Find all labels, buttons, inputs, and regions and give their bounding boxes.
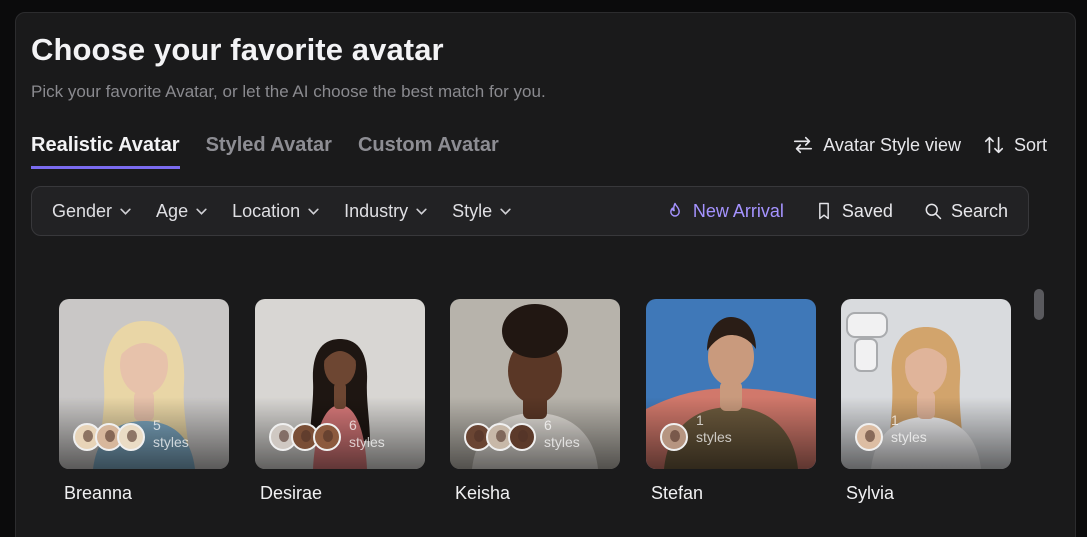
style-preview-avatar — [117, 423, 145, 451]
styles-count: 1 styles — [696, 412, 732, 445]
chevron-down-icon — [308, 208, 319, 215]
avatar-card-desirae[interactable]: 6 styles Desirae — [255, 299, 425, 504]
chevron-down-icon — [120, 208, 131, 215]
avatar-thumbnail: 1 styles — [841, 299, 1011, 469]
sort-label: Sort — [1013, 134, 1047, 155]
styles-count: 5 styles — [153, 417, 189, 450]
style-preview-avatar — [660, 423, 688, 451]
avatar-type-tabs: Realistic Avatar Styled Avatar Custom Av… — [31, 134, 499, 169]
avatar-card-breanna[interactable]: 5 styles Breanna — [59, 299, 229, 504]
view-tools: Avatar Style view Sort — [792, 134, 1047, 156]
avatar-thumbnail: 6 styles — [450, 299, 620, 469]
filter-label: Age — [156, 200, 189, 221]
filter-location[interactable]: Location — [232, 201, 320, 222]
avatar-thumbnail: 1 styles — [646, 299, 816, 469]
new-arrival-button[interactable]: New Arrival — [665, 201, 784, 222]
avatar-style-view-button[interactable]: Avatar Style view — [792, 134, 961, 156]
search-icon — [925, 203, 942, 220]
chevron-down-icon — [416, 208, 427, 215]
avatar-name: Breanna — [64, 483, 133, 503]
tab-realistic-avatar[interactable]: Realistic Avatar — [31, 134, 180, 169]
filter-label: Style — [452, 200, 493, 221]
styles-indicator: 5 styles — [73, 417, 199, 451]
filter-bar: Gender Age Location Industry Style New A… — [31, 186, 1029, 236]
styles-count: 1 styles — [891, 412, 927, 445]
filter-gender[interactable]: Gender — [52, 201, 132, 222]
chevron-down-icon — [196, 208, 207, 215]
scrollbar-thumb[interactable] — [1034, 289, 1044, 320]
avatar-card-sylvia[interactable]: 1 styles Sylvia — [841, 299, 1011, 504]
filter-label: Location — [232, 200, 301, 221]
filter-label: Industry — [344, 200, 409, 221]
chevron-down-icon — [500, 208, 511, 215]
avatar-name: Desirae — [260, 483, 323, 503]
avatar-name: Sylvia — [846, 483, 895, 503]
avatar-card-stefan[interactable]: 1 styles Stefan — [646, 299, 816, 504]
avatar-name: Stefan — [651, 483, 704, 503]
styles-count: 6 styles — [544, 417, 580, 450]
sort-button[interactable]: Sort — [983, 134, 1047, 156]
avatar-style-view-label: Avatar Style view — [823, 134, 961, 155]
filter-style[interactable]: Style — [452, 201, 512, 222]
style-preview-avatar — [508, 423, 536, 451]
filter-actions: New Arrival Saved Search — [665, 201, 1008, 222]
filter-industry[interactable]: Industry — [344, 201, 428, 222]
page-subtitle: Pick your favorite Avatar, or let the AI… — [31, 82, 546, 101]
sort-arrows-icon — [984, 136, 1004, 154]
styles-indicator: 6 styles — [464, 417, 590, 451]
search-button[interactable]: Search — [923, 201, 1008, 222]
tab-styled-avatar[interactable]: Styled Avatar — [206, 134, 332, 169]
saved-label: Saved — [841, 200, 893, 221]
avatar-thumbnail: 6 styles — [255, 299, 425, 469]
flame-icon — [670, 202, 680, 217]
swap-arrows-icon — [794, 136, 813, 154]
avatar-thumbnail: 5 styles — [59, 299, 229, 469]
style-preview-avatar — [313, 423, 341, 451]
styles-count: 6 styles — [349, 417, 385, 450]
styles-indicator: 6 styles — [269, 417, 395, 451]
tab-custom-avatar[interactable]: Custom Avatar — [358, 134, 499, 169]
filter-age[interactable]: Age — [156, 201, 208, 222]
saved-button[interactable]: Saved — [814, 201, 893, 222]
new-arrival-label: New Arrival — [692, 200, 784, 221]
filter-label: Gender — [52, 200, 113, 221]
styles-indicator: 1 styles — [855, 412, 937, 451]
search-label: Search — [950, 200, 1008, 221]
avatar-card-keisha[interactable]: 6 styles Keisha — [450, 299, 620, 504]
bookmark-icon — [819, 202, 829, 220]
styles-indicator: 1 styles — [660, 412, 742, 451]
style-preview-avatar — [855, 423, 883, 451]
avatar-name: Keisha — [455, 483, 511, 503]
page-title: Choose your favorite avatar — [31, 32, 444, 67]
